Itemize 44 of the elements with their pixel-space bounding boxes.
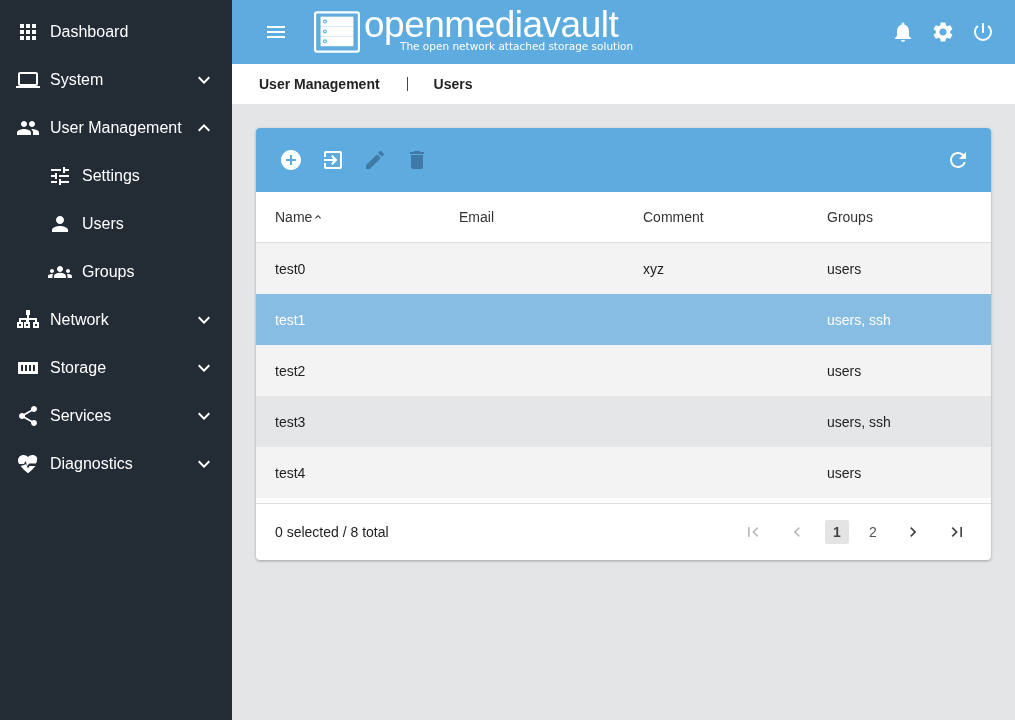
power-icon	[971, 20, 995, 44]
heartbeat-icon	[16, 452, 40, 476]
table-cell: users, ssh	[827, 311, 891, 328]
table-row[interactable]: test4 users	[256, 447, 991, 498]
server-logo-icon	[314, 11, 360, 53]
sidebar-item[interactable]: Network	[0, 296, 232, 344]
table-row[interactable]: test2 users	[256, 345, 991, 396]
table-cell: users	[827, 260, 862, 277]
sidebar-item[interactable]: System	[0, 56, 232, 104]
breadcrumb-item[interactable]: User Management	[259, 76, 380, 92]
sidebar-item[interactable]: User Management	[0, 104, 232, 152]
logo-text: openmediavault	[364, 6, 619, 44]
table-cell: test3	[275, 413, 306, 430]
sidebar-item[interactable]: Services	[0, 392, 232, 440]
table-cell: test2	[275, 362, 306, 379]
sidebar-subitem[interactable]: Groups	[0, 248, 232, 296]
login-icon	[321, 148, 345, 172]
table-cell: xyz	[643, 260, 664, 277]
table-cell: users	[827, 362, 862, 379]
page-button[interactable]: 2	[861, 520, 885, 544]
table-cell: users	[827, 464, 862, 481]
sliders-icon	[48, 164, 72, 188]
share-icon	[16, 404, 40, 428]
pencil-icon	[363, 148, 387, 172]
column-header[interactable]: Email	[459, 209, 494, 225]
sidebar-item[interactable]: Diagnostics	[0, 440, 232, 488]
table-row[interactable]: test3 users, ssh	[256, 396, 991, 447]
table-cell: users, ssh	[827, 413, 891, 430]
table-cell: test1	[275, 311, 306, 328]
sidebar-item[interactable]: Dashboard	[0, 8, 232, 56]
page-button[interactable]: 1	[825, 520, 849, 544]
table-cell: test0	[275, 260, 306, 277]
column-header[interactable]: Groups	[827, 209, 873, 225]
breadcrumb-item: Users	[433, 76, 473, 92]
sidebar-subitem[interactable]: Settings	[0, 152, 232, 200]
selection-summary: 0 selected / 8 total	[275, 524, 389, 540]
table-row[interactable]: test0 xyz users	[256, 243, 991, 294]
settings-icon	[931, 20, 955, 44]
add-icon	[279, 148, 303, 172]
column-header[interactable]: Name	[275, 209, 313, 225]
sidebar-subitem[interactable]: Users	[0, 200, 232, 248]
column-header[interactable]: Comment	[643, 209, 704, 225]
table-cell: test4	[275, 464, 306, 481]
sidebar-item[interactable]: Storage	[0, 344, 232, 392]
